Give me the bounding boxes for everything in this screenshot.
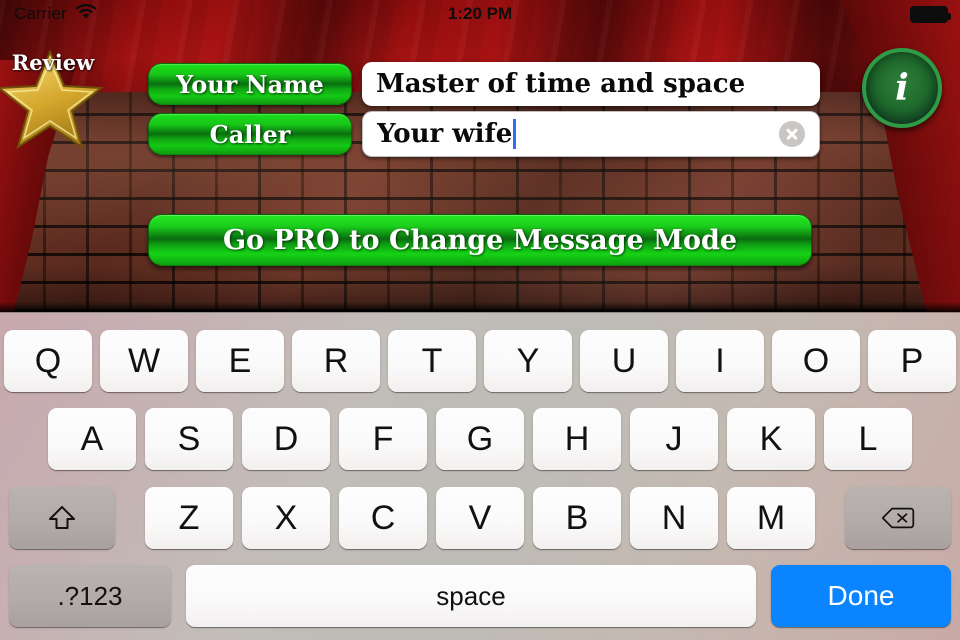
key-label: Q (34, 342, 62, 380)
backspace-delete-icon (881, 507, 915, 529)
key-label: P (900, 342, 924, 380)
key-label: T (421, 342, 443, 380)
key-f[interactable]: F (339, 408, 427, 470)
key-label: S (177, 420, 201, 458)
keyboard-row-2: ASDFGHJKL (0, 408, 960, 472)
caller-input-value: Your wife (377, 119, 513, 149)
key-label: D (273, 420, 299, 458)
key-label: X (274, 499, 298, 537)
keyboard-row-3-letters: ZXCVBNM (145, 487, 815, 549)
key-label: W (127, 342, 161, 380)
key-label: A (80, 420, 104, 458)
shift-key[interactable] (9, 487, 115, 549)
your-name-label-text: Your Name (176, 69, 324, 99)
key-label: U (611, 342, 637, 380)
key-c[interactable]: C (339, 487, 427, 549)
key-y[interactable]: Y (484, 330, 572, 392)
key-k[interactable]: K (727, 408, 815, 470)
key-r[interactable]: R (292, 330, 380, 392)
onscreen-keyboard: QWERTYUIOP ASDFGHJKL ZXCVBNM .?123 space… (0, 312, 960, 640)
caller-label-button[interactable]: Caller (148, 113, 352, 155)
go-pro-button[interactable]: Go PRO to Change Message Mode (148, 214, 812, 266)
key-label: K (759, 420, 783, 458)
review-badge-button[interactable] (0, 48, 104, 152)
your-name-input-value: Master of time and space (376, 69, 746, 99)
key-label: B (565, 499, 589, 537)
key-label: O (802, 342, 830, 380)
key-label: Y (516, 342, 540, 380)
key-label: M (756, 499, 786, 537)
key-e[interactable]: E (196, 330, 284, 392)
go-pro-button-label: Go PRO to Change Message Mode (222, 224, 738, 256)
numeric-mode-key-label: .?123 (57, 580, 123, 611)
your-name-input[interactable]: Master of time and space (362, 62, 820, 106)
key-a[interactable]: A (48, 408, 136, 470)
numeric-mode-key[interactable]: .?123 (9, 565, 171, 627)
key-label: H (564, 420, 590, 458)
keyboard-row-1: QWERTYUIOP (0, 330, 960, 394)
battery-full-icon (910, 5, 951, 23)
key-u[interactable]: U (580, 330, 668, 392)
your-name-label-button[interactable]: Your Name (148, 63, 352, 105)
key-v[interactable]: V (436, 487, 524, 549)
caller-input[interactable]: Your wife (362, 111, 820, 157)
key-i[interactable]: I (676, 330, 764, 392)
done-key-label: Done (827, 580, 895, 611)
key-s[interactable]: S (145, 408, 233, 470)
keyboard-row-4: .?123 space Done (0, 564, 960, 628)
info-button[interactable]: i (862, 48, 942, 128)
key-q[interactable]: Q (4, 330, 92, 392)
space-key[interactable]: space (186, 565, 756, 627)
key-label: E (228, 342, 252, 380)
text-cursor (513, 119, 517, 149)
key-label: C (370, 499, 396, 537)
keyboard-row-3: ZXCVBNM (0, 486, 960, 550)
key-b[interactable]: B (533, 487, 621, 549)
key-t[interactable]: T (388, 330, 476, 392)
status-bar: Carrier 1:20 PM (0, 0, 960, 28)
key-p[interactable]: P (868, 330, 956, 392)
key-label: F (372, 420, 394, 458)
key-m[interactable]: M (727, 487, 815, 549)
key-label: I (715, 342, 725, 380)
app-root: Carrier 1:20 PM Review Your Name Caller … (0, 0, 960, 640)
key-h[interactable]: H (533, 408, 621, 470)
key-g[interactable]: G (436, 408, 524, 470)
key-label: J (665, 420, 683, 458)
caller-label-text: Caller (209, 119, 291, 149)
key-label: Z (178, 499, 200, 537)
clear-circle-x-icon[interactable] (779, 121, 805, 147)
shift-arrow-icon (49, 506, 75, 529)
done-key[interactable]: Done (771, 565, 951, 627)
key-l[interactable]: L (824, 408, 912, 470)
key-label: V (468, 499, 492, 537)
key-z[interactable]: Z (145, 487, 233, 549)
key-x[interactable]: X (242, 487, 330, 549)
key-label: R (323, 342, 349, 380)
status-bar-time: 1:20 PM (447, 4, 513, 23)
info-icon: i (895, 67, 909, 109)
key-label: L (858, 420, 878, 458)
stage-bottom-shadow (0, 302, 960, 312)
space-key-label: space (436, 580, 506, 611)
gold-star-icon (0, 49, 104, 150)
key-j[interactable]: J (630, 408, 718, 470)
key-n[interactable]: N (630, 487, 718, 549)
key-o[interactable]: O (772, 330, 860, 392)
key-label: N (661, 499, 687, 537)
backspace-key[interactable] (845, 487, 951, 549)
key-label: G (466, 420, 494, 458)
key-d[interactable]: D (242, 408, 330, 470)
key-w[interactable]: W (100, 330, 188, 392)
